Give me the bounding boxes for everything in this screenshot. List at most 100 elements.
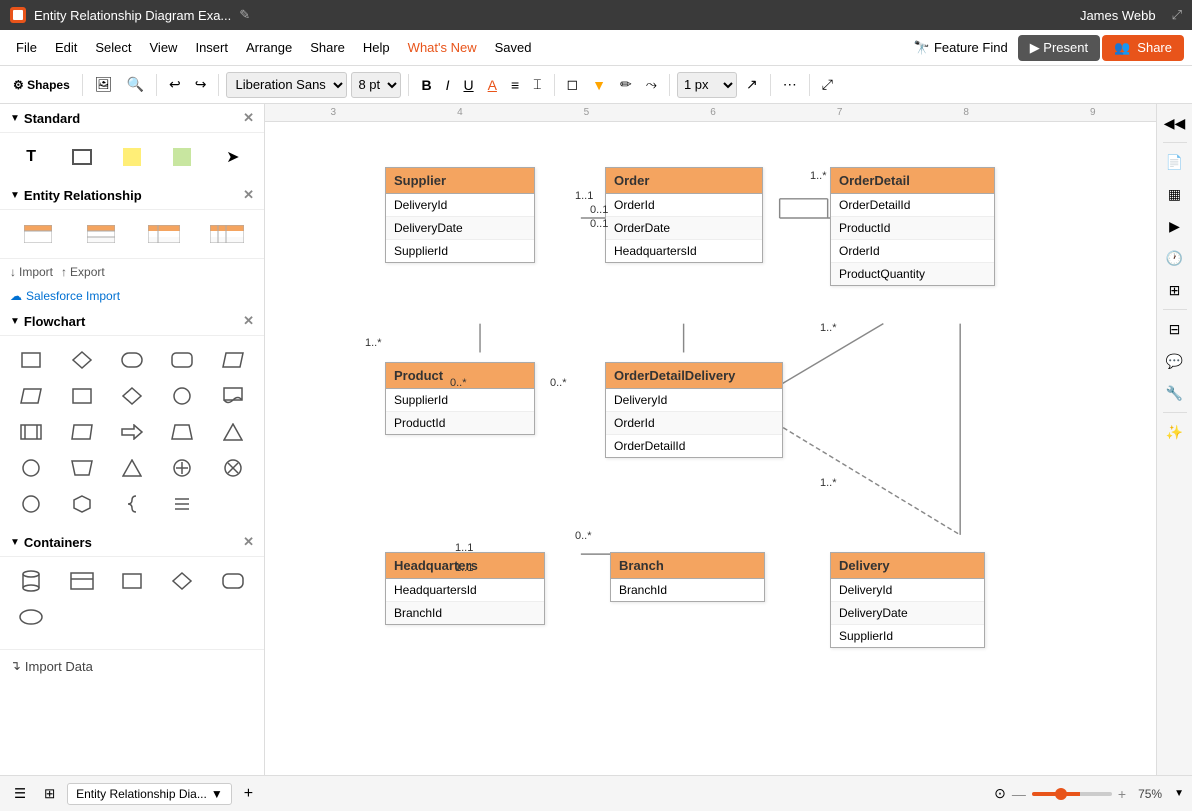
align-left-btn[interactable]: ≡ [506, 74, 524, 96]
menu-view[interactable]: View [142, 36, 186, 59]
arrow-shape[interactable]: ➤ [210, 141, 256, 173]
edit-title-icon[interactable]: ✎ [239, 7, 250, 23]
zoom-dropdown-icon[interactable]: ▼ [1174, 788, 1184, 799]
connection-style-btn[interactable]: ⤳ [641, 73, 662, 96]
menu-arrange[interactable]: Arrange [238, 36, 300, 59]
fullscreen-btn[interactable]: ⤢ [817, 73, 838, 96]
orderdetail-entity[interactable]: OrderDetail OrderDetailId ProductId Orde… [830, 167, 995, 286]
section-flowchart[interactable]: ▼ Flowchart ✕ [0, 307, 264, 336]
fc-lines[interactable] [159, 488, 205, 520]
orderdetaildelivery-entity[interactable]: OrderDetailDelivery DeliveryId OrderId O… [605, 362, 783, 458]
shapes-toggle[interactable]: ⚙ Shapes [8, 75, 75, 95]
font-size-select[interactable]: 8 pt [351, 72, 401, 98]
cont-cylinder[interactable] [8, 565, 54, 597]
fc-arrow-right[interactable] [109, 416, 155, 448]
fc-trapez-left[interactable] [58, 452, 104, 484]
section-containers[interactable]: ▼ Containers ✕ [0, 528, 264, 557]
cont-ellipse[interactable] [8, 601, 54, 633]
text-orient-btn[interactable]: ⌶ [528, 73, 546, 96]
close-containers[interactable]: ✕ [243, 534, 254, 550]
close-er[interactable]: ✕ [243, 187, 254, 203]
feature-find-btn[interactable]: 🔭 Feature Find [906, 36, 1016, 60]
delivery-entity[interactable]: Delivery DeliveryId DeliveryDate Supplie… [830, 552, 985, 648]
er-table2[interactable] [71, 218, 130, 250]
zoom-slider[interactable] [1032, 792, 1112, 796]
fc-rect2[interactable] [58, 380, 104, 412]
er-table3[interactable] [134, 218, 193, 250]
fc-circle[interactable] [159, 380, 205, 412]
fc-hexagon[interactable] [58, 488, 104, 520]
cont-diamond[interactable] [159, 565, 205, 597]
more-btn[interactable]: ⋯ [778, 73, 802, 96]
fc-triangle-up[interactable] [109, 452, 155, 484]
fc-predef[interactable] [8, 416, 54, 448]
close-flowchart[interactable]: ✕ [243, 313, 254, 329]
branch-entity[interactable]: Branch BranchId [610, 552, 765, 602]
tab-dropdown-icon[interactable]: ▼ [211, 787, 223, 801]
section-er[interactable]: ▼ Entity Relationship ✕ [0, 181, 264, 210]
grid-view-btn[interactable]: ⊞ [38, 783, 61, 805]
salesforce-btn[interactable]: ☁ Salesforce Import [0, 285, 264, 307]
shape-fill-btn[interactable]: ◻ [562, 73, 584, 96]
rp-layers[interactable]: ⊞ [1160, 275, 1190, 305]
menu-edit[interactable]: Edit [47, 36, 85, 59]
bold-btn[interactable]: B [416, 74, 436, 96]
cont-rect[interactable] [109, 565, 155, 597]
fit-icon[interactable]: ⊙ [994, 785, 1006, 802]
connector-end-btn[interactable]: ↗ [741, 73, 763, 96]
canvas[interactable]: 3 4 5 6 7 8 9 [265, 104, 1156, 775]
zoom-plus-icon[interactable]: + [1118, 786, 1126, 802]
rp-play[interactable]: ▶ [1160, 211, 1190, 241]
cont-header[interactable] [58, 565, 104, 597]
fill-color-btn[interactable]: ▼ [587, 74, 611, 96]
line-color-btn[interactable]: ✏ [615, 73, 637, 96]
share-button[interactable]: 👥 Share [1102, 35, 1184, 61]
undo-btn[interactable]: ↩ [164, 73, 186, 96]
zoom-level[interactable]: 75% [1132, 784, 1168, 804]
diagram-tab[interactable]: Entity Relationship Dia... ▼ [67, 783, 232, 805]
rp-clock[interactable]: 🕐 [1160, 243, 1190, 273]
colored-rect-shape[interactable] [159, 141, 205, 173]
present-button[interactable]: ▶ Present [1018, 35, 1100, 61]
menu-insert[interactable]: Insert [187, 36, 236, 59]
search-btn[interactable]: 🔍 [122, 73, 149, 96]
fc-circle3[interactable] [8, 488, 54, 520]
fc-data[interactable] [58, 416, 104, 448]
fc-triangle[interactable] [210, 416, 256, 448]
close-standard[interactable]: ✕ [243, 110, 254, 126]
text-shape[interactable]: T [8, 141, 54, 173]
product-entity[interactable]: Product SupplierId ProductId [385, 362, 535, 435]
image-btn[interactable]: 🖼 [90, 73, 118, 96]
import-data-btn[interactable]: ↴ Import Data [0, 649, 264, 682]
export-btn[interactable]: ↑ Export [61, 265, 105, 279]
underline-btn[interactable]: U [458, 74, 478, 96]
fc-diamond2[interactable] [109, 380, 155, 412]
add-tab-btn[interactable]: + [238, 782, 259, 806]
rp-magic[interactable]: ✨ [1160, 417, 1190, 447]
er-table1[interactable] [8, 218, 67, 250]
rp-tools[interactable]: 🔧 [1160, 378, 1190, 408]
fc-stadium[interactable] [109, 344, 155, 376]
fc-rect[interactable] [8, 344, 54, 376]
menu-help[interactable]: Help [355, 36, 398, 59]
import-btn[interactable]: ↓ Import [10, 265, 53, 279]
italic-btn[interactable]: I [441, 74, 455, 96]
expand-icon[interactable]: ⤢ [1172, 7, 1182, 23]
fc-doc[interactable] [210, 380, 256, 412]
canvas-content[interactable]: Supplier DeliveryId DeliveryDate Supplie… [265, 122, 1156, 775]
sticky-shape[interactable] [109, 141, 155, 173]
rp-expand[interactable]: ◀◀ [1160, 108, 1190, 138]
fc-parallelogram[interactable] [210, 344, 256, 376]
order-entity[interactable]: Order OrderId OrderDate HeadquartersId [605, 167, 763, 263]
fc-plus-circle[interactable] [159, 452, 205, 484]
list-view-btn[interactable]: ☰ [8, 783, 32, 805]
fc-circle2[interactable] [8, 452, 54, 484]
fc-diamond[interactable] [58, 344, 104, 376]
fc-parallelogram2[interactable] [8, 380, 54, 412]
rp-format[interactable]: ⊟ [1160, 314, 1190, 344]
font-color-btn[interactable]: A [483, 74, 502, 96]
fc-rounded-rect[interactable] [159, 344, 205, 376]
menu-saved[interactable]: Saved [487, 36, 540, 59]
rp-page[interactable]: 📄 [1160, 147, 1190, 177]
er-table4[interactable] [197, 218, 256, 250]
